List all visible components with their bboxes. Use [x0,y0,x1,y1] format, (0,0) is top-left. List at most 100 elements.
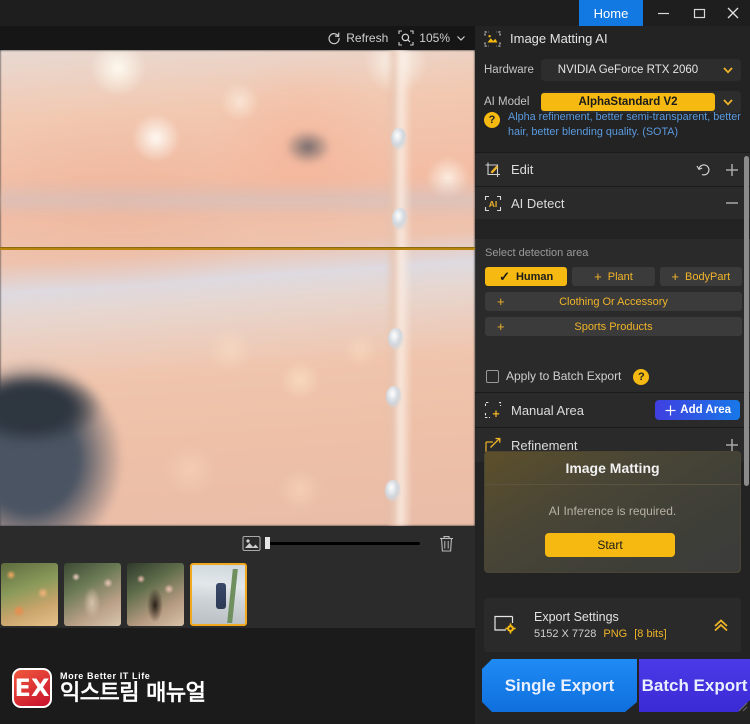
tab-home-label: Home [593,5,629,21]
photo-glint [385,480,401,502]
start-button[interactable]: Start [545,533,675,557]
apply-batch-export-label: Apply to Batch Export [506,369,622,383]
single-export-label: Single Export [504,675,615,695]
hardware-select[interactable]: NVIDIA GeForce RTX 2060 [541,59,741,81]
ai-frame-icon: AI [484,195,502,212]
ai-model-label: AI Model [484,96,530,108]
chevron-up-double-icon[interactable] [711,615,731,635]
chip-sports-products[interactable]: + Sports Products [485,317,742,336]
question-icon[interactable]: ? [484,112,500,128]
apply-batch-export-row[interactable]: Apply to Batch Export ? [486,367,650,385]
section-edit[interactable]: Edit [475,152,750,186]
watermark-brand: 익스트림 매뉴얼 [60,680,206,706]
photo-person-hair [0,368,120,448]
apply-batch-export-checkbox[interactable] [486,369,499,383]
selection-guide-line[interactable] [0,247,475,250]
model-hint-text: Alpha refinement, better semi-transparen… [508,111,741,138]
svg-text:AI: AI [489,199,498,209]
watermark-mark: EX [14,674,50,702]
panel-header: Image Matting AI [475,26,750,51]
single-export-button[interactable]: Single Export [482,659,637,712]
hardware-value: NVIDIA GeForce RTX 2060 [557,64,699,76]
slider-knob[interactable] [265,537,270,549]
zoom-control[interactable]: 105% [398,30,467,46]
thumbnail-item-2[interactable] [64,563,121,626]
add-area-button[interactable]: Add Area [655,400,740,420]
ai-detect-body: Select detection area ✓ Human + Plant + … [475,239,750,392]
chip-human-mark: ✓ [499,269,510,284]
trash-icon [440,536,453,552]
detection-chips-row-2: + Clothing Or Accessory [485,292,742,311]
export-bit-depth: [8 bits] [634,628,667,640]
export-dimensions: 5152 X 7728 [534,628,597,640]
refresh-button[interactable]: Refresh [327,31,388,45]
tab-home[interactable]: Home [579,0,643,26]
watermark-tagline: More Better IT Life [60,670,151,681]
close-button[interactable] [716,0,750,26]
plus-icon[interactable] [724,162,740,178]
minimize-button[interactable] [645,0,681,26]
detection-chips-row-3: + Sports Products [485,317,742,336]
image-canvas[interactable] [0,50,475,526]
chip-human[interactable]: ✓ Human [485,267,568,286]
export-settings-icon [492,613,518,637]
chip-bodypart[interactable]: + BodyPart [659,267,742,286]
export-settings-row[interactable]: Export Settings 5152 X 7728 PNG [8 bits] [484,598,741,652]
model-hint: ? Alpha refinement, better semi-transpar… [484,110,741,139]
edit-title: Edit [511,162,534,177]
chip-bodypart-mark: + [671,269,679,284]
maximize-icon [693,8,705,18]
thumbnail-item-3[interactable] [127,563,184,626]
viewer-toolbar: Refresh 105% [0,26,475,50]
maximize-button[interactable] [681,0,717,26]
chip-bodypart-label: BodyPart [684,270,731,283]
photo-glint [392,208,408,230]
matting-card-message: AI Inference is required. [548,504,677,518]
chip-clothing-or-accessory[interactable]: + Clothing Or Accessory [485,292,742,311]
batch-export-button[interactable]: Batch Export [639,659,750,712]
add-area-label: Add Area [680,404,731,416]
minimize-icon [657,12,669,14]
chip-plant[interactable]: + Plant [572,267,655,286]
app-window: Home Refresh 105% EX More Better IT Life… [0,0,750,724]
undo-icon[interactable] [696,162,712,178]
chip-plant-mark: + [594,269,602,284]
title-bar: Home [0,0,750,26]
detection-chips-row-1: ✓ Human + Plant + BodyPart [485,267,742,286]
photo-pole [386,50,412,526]
watermark: EX More Better IT Life 익스트림 매뉴얼 [12,668,206,708]
filmstrip [0,561,475,628]
batch-export-label: Batch Export [641,675,748,695]
chevron-down-icon[interactable] [715,63,741,77]
panel-scrollbar[interactable] [744,156,749,486]
delete-button[interactable] [438,534,455,553]
section-ai-detect[interactable]: AI AI Detect [475,186,750,219]
chip-plant-label: Plant [607,270,633,283]
thumbnail-item-4-selected[interactable] [190,563,247,626]
image-matting-card: Image Matting AI Inference is required. … [484,451,741,573]
image-size-icon[interactable] [242,535,261,552]
photo-glint [391,128,407,150]
section-manual-area[interactable]: Manual Area Add Area [475,392,750,427]
chip-sports-label: Sports Products [574,320,653,333]
matting-card-title: Image Matting [485,452,740,485]
photo-glint [386,386,402,408]
chevron-down-icon[interactable] [455,32,467,44]
thumbnail-item-1[interactable] [1,563,58,626]
hardware-row: Hardware NVIDIA GeForce RTX 2060 [484,58,741,82]
chip-clothing-mark: + [497,294,505,309]
export-buttons: Single Export Batch Export [482,659,750,712]
right-panel: Image Matting AI Hardware NVIDIA GeForce… [475,26,750,724]
minus-icon[interactable] [724,195,740,211]
refresh-label: Refresh [346,31,389,45]
watermark-logo-icon: EX [12,668,52,708]
chip-sports-mark: + [497,319,505,334]
export-settings-text: Export Settings 5152 X 7728 PNG [8 bits] [534,610,711,640]
resize-grip[interactable] [736,700,748,712]
crosshair-icon [664,404,677,417]
panel-title: Image Matting AI [510,31,608,46]
refresh-icon [327,31,341,45]
question-icon[interactable]: ? [633,369,650,385]
image-matting-icon [484,30,501,47]
thumbnail-size-slider[interactable] [265,537,420,549]
